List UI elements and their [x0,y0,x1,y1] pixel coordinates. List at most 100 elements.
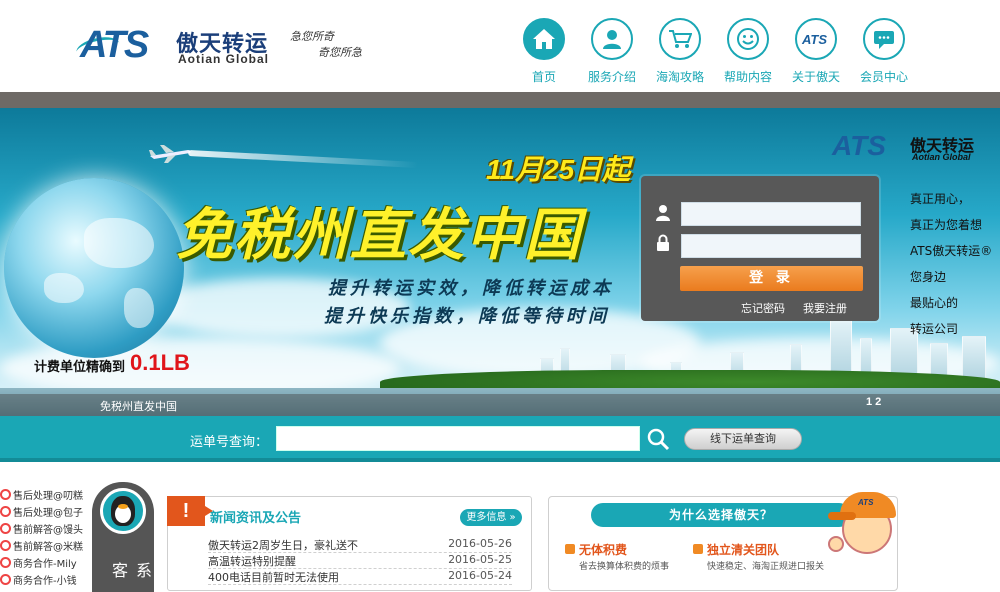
user-icon [591,18,633,60]
qq-icon [0,574,11,585]
staff-name: 售后处理@包子 [13,508,83,519]
side-text-line: 真正用心， [910,192,971,206]
banner-logo-en: Aotian Global [912,152,971,162]
feature-desc: 快速稳定、海淘正规进口报关 [707,562,825,572]
site-header: ATS 傲天转运 Aotian Global 急您所奇 奇您所急 首页 服务介绍… [0,0,1000,92]
main-nav: 首页 服务介绍 海淘攻略 帮助内容 ATS 关于傲天 会员中心 [510,18,920,88]
banner-caption: 免税州直发中国 [100,400,177,413]
news-item[interactable]: 高温转运特别提醒 2016-05-25 [208,553,512,569]
staff-name: 商务合作-小钱 [13,576,77,587]
alert-icon: ! [167,496,213,526]
staff-contact[interactable]: 商务合作-小钱 [0,571,92,588]
side-text-line: 最贴心的 [910,296,959,310]
nav-label: 服务介绍 [587,70,636,84]
nav-label: 首页 [531,70,556,84]
side-text-line: 真正为您着想 [910,218,983,232]
staff-contact[interactable]: 商务合作-Mily [0,554,92,571]
cart-icon [659,18,701,60]
plane-contrail [188,149,418,169]
news-item-date: 2016-05-25 [448,553,512,566]
nav-home[interactable]: 首页 [510,18,578,88]
site-logo[interactable]: ATS 傲天转运 Aotian Global 急您所奇 奇您所急 [74,22,380,72]
news-item-date: 2016-05-24 [448,569,512,582]
nav-member-center[interactable]: 会员中心 [850,18,918,88]
side-text-line: ATS傲天转运® [910,244,993,258]
qq-icon [0,489,11,500]
side-text-line: 转运公司 [910,322,959,336]
lock-icon [657,234,669,251]
login-button[interactable]: 登 录 [680,266,863,291]
nav-services[interactable]: 服务介绍 [578,18,646,88]
tracking-label: 运单号查询： [190,435,269,450]
nav-label: 海淘攻略 [655,70,704,84]
chat-icon [863,18,905,60]
login-panel: 登 录 忘记密码 我要注册 [641,176,879,321]
qq-icon [0,540,11,551]
staff-contact[interactable]: 售前解答@馒头 [0,520,92,537]
nav-label: 关于傲天 [791,70,840,84]
staff-name: 售后处理@叨糕 [13,491,83,502]
news-item-title: 高温转运特别提醒 [208,555,296,568]
nav-shopping-guide[interactable]: 海淘攻略 [646,18,714,88]
register-link[interactable]: 我要注册 [803,300,847,316]
billing-unit-label: 计费单位精确到 [34,360,126,375]
news-item-title: 傲天转运2周岁生日，豪礼送不 [208,539,358,552]
checkbox-icon [565,544,575,554]
banner-logo: ATS 傲天转运 Aotian Global [832,130,992,164]
user-icon [656,205,670,221]
globe-image [4,178,184,358]
brand-side-text: 真正用心， 真正为您着想 ATS傲天转运® 您身边 最贴心的 转运公司 [910,186,1000,342]
feature-title: 独立清关团队 [707,543,780,557]
staff-name: 商务合作-Mily [13,559,77,570]
news-more-button[interactable]: 更多信息 » [460,509,522,526]
staff-contact[interactable]: 售后处理@包子 [0,503,92,520]
home-icon [523,18,565,60]
forgot-password-link[interactable]: 忘记密码 [741,300,785,316]
staff-contact[interactable]: 售后处理@叨糕 [0,486,92,503]
staff-contact[interactable]: 售前解答@米糕 [0,537,92,554]
username-input[interactable] [682,203,860,225]
mascot-cap-logo: ATS [858,498,874,507]
feature-desc: 省去换算体积费的烦事 [579,562,670,572]
banner-date: 11月25日起 [486,154,631,185]
password-field[interactable] [681,234,861,258]
news-item-date: 2016-05-26 [448,537,512,550]
mascot-hand [828,536,844,552]
svg-text:ATS: ATS [801,32,827,47]
qq-icon [0,506,11,517]
globe-land [84,218,154,268]
news-item[interactable]: 傲天转运2周岁生日，豪礼送不 2016-05-26 [208,537,512,553]
contact-service-tab[interactable]: 联系客 [92,482,176,592]
penguin-beak [118,504,128,509]
banner-pager[interactable]: 1 2 [866,396,881,408]
logo-ats-text: ATS [80,24,149,66]
password-input[interactable] [682,235,860,257]
bottom-section: 售后处理@叨糕 售后处理@包子 售前解答@馒头 售前解答@米糕 商务合作-Mil… [0,466,1000,592]
news-item[interactable]: 400电话目前暂时无法使用 2016-05-24 [208,569,512,585]
staff-name: 售前解答@馒头 [13,525,83,536]
tracking-field[interactable] [276,426,640,451]
globe-land [124,288,154,328]
billing-unit-value: 0.1LB [130,350,190,375]
mascot-image: ATS [828,484,904,564]
side-text-line: 您身边 [910,270,947,284]
nav-help[interactable]: 帮助内容 [714,18,782,88]
news-item-title: 400电话目前暂时无法使用 [208,571,339,584]
username-field[interactable] [681,202,861,226]
tracking-bar: 运单号查询： 线下运单查询 [0,416,1000,462]
globe-land [44,273,84,303]
banner-tagline-1: 提升转运实效，降低转运成本 [328,278,614,299]
feature-title: 无体积费 [579,543,628,557]
nav-about[interactable]: ATS 关于傲天 [782,18,850,88]
qq-icon [0,523,11,534]
checkbox-icon [693,544,703,554]
customer-service-list: 售后处理@叨糕 售后处理@包子 售前解答@馒头 售前解答@米糕 商务合作-Mil… [0,486,92,588]
qq-penguin-icon [100,488,146,534]
nav-label: 会员中心 [859,70,908,84]
tracking-number-input[interactable] [277,427,639,450]
offline-tracking-button[interactable]: 线下运单查询 [684,428,802,450]
logo-slogan-2: 奇您所急 [318,46,362,59]
news-panel: ! 新闻资讯及公告 更多信息 » 傲天转运2周岁生日，豪礼送不 2016-05-2… [167,496,532,591]
search-icon[interactable] [646,427,670,451]
logo-english-name: Aotian Global [178,52,269,66]
